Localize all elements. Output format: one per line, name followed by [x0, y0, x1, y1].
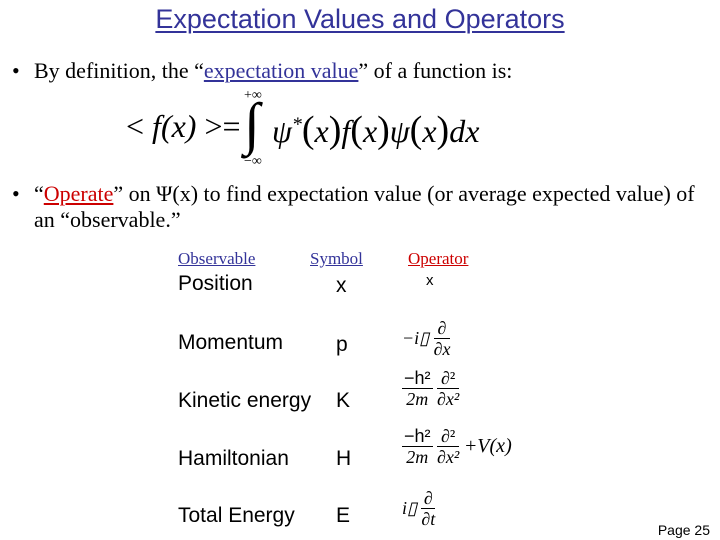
row-observable-momentum: Momentum	[178, 331, 284, 354]
row-observable-hamiltonian: Hamiltonian	[178, 447, 289, 470]
row-observable-position: Position	[178, 272, 253, 295]
header-symbol[interactable]: Symbol	[310, 249, 363, 269]
row-observable-total-energy: Total Energy	[178, 504, 295, 527]
slide-title: Expectation Values and Operators	[155, 4, 565, 34]
row-symbol-kinetic-energy: K	[336, 389, 351, 412]
header-observable[interactable]: Observable	[178, 249, 255, 269]
lower-limit: −∞	[244, 154, 262, 169]
row-symbol-total-energy: E	[336, 504, 351, 527]
bullet-marker: •	[12, 181, 20, 206]
expectation-value-link[interactable]: expectation value	[204, 58, 359, 83]
row-symbol-momentum: p	[336, 333, 348, 356]
operator-hamiltonian: −h² 2m ∂² ∂x² +V(x)	[402, 426, 512, 467]
row-symbol-hamiltonian: H	[336, 447, 352, 470]
integral-sign: ∫	[244, 91, 260, 156]
operate-link[interactable]: Operate	[44, 181, 114, 206]
formula-lhs: < f(x) >=	[126, 108, 241, 144]
bullet-text: By definition, the “expectation value” o…	[34, 58, 513, 83]
operator-total-energy: i▯ ∂ ∂t	[402, 488, 436, 529]
formula-integrand: ψ*(x)f(x)ψ(x)dx	[272, 109, 480, 151]
row-observable-kinetic-energy: Kinetic energy	[178, 389, 312, 412]
operator-momentum: −i▯ ∂ ∂x	[402, 318, 451, 359]
bullet-text: “Operate” on Ψ(x) to find expectation va…	[34, 181, 695, 232]
header-operator[interactable]: Operator	[408, 249, 468, 269]
operator-kinetic-energy: −h² 2m ∂² ∂x²	[402, 368, 460, 409]
page-number: Page 25	[657, 522, 710, 538]
operator-position: x	[426, 272, 434, 289]
row-symbol-position: x	[336, 274, 347, 297]
bullet-marker: •	[12, 58, 20, 83]
